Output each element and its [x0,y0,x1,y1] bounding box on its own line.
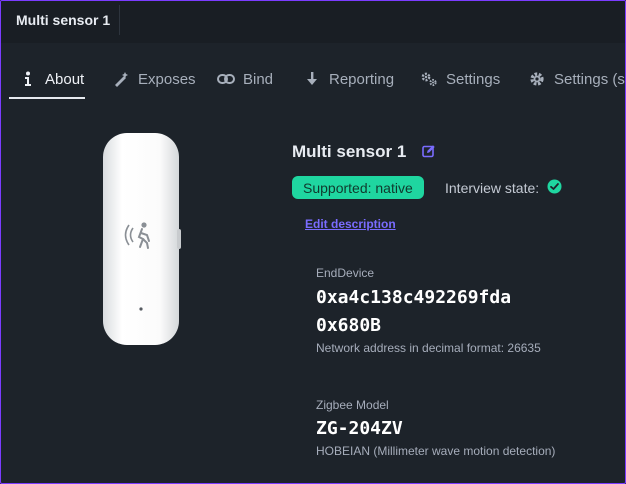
tab-settings[interactable]: Settings [420,59,500,99]
tab-exposes[interactable]: Exposes [112,59,196,99]
tab-settings-specific-label: Settings (sp [554,70,626,88]
tab-bind-label: Bind [243,70,274,88]
title-bar: Multi sensor 1 [1,1,625,43]
cogs-icon [420,70,438,88]
vendor-description: HOBEIAN (Millimeter wave motion detectio… [316,444,556,458]
arrow-down-icon [303,70,321,88]
magic-wand-icon [112,70,130,88]
support-status-badge: Supported: native [292,176,424,199]
title-divider [119,5,120,35]
device-name: Multi sensor 1 [292,142,407,161]
network-address-note: Network address in decimal format: 26635 [316,341,541,355]
tab-bind[interactable]: Bind [217,59,273,99]
ieee-address: 0xa4c138c492269fda [316,287,512,308]
tab-about-label: About [45,70,85,88]
check-circle-icon [547,179,562,194]
info-icon [19,70,37,88]
network-address: 0x680B [316,315,382,336]
tab-bar: About Exposes Bind Reporting Settings Se… [1,59,625,101]
edit-icon[interactable] [422,144,436,158]
zigbee-model: ZG-204ZV [316,418,403,439]
link-icon [217,70,235,88]
cog-icon [528,70,546,88]
tab-settings-specific[interactable]: Settings (sp [528,59,626,99]
zigbee-model-label: Zigbee Model [316,398,389,412]
window-title: Multi sensor 1 [16,12,111,28]
tab-settings-label: Settings [446,70,501,88]
tab-reporting[interactable]: Reporting [303,59,394,99]
tab-about[interactable]: About [9,59,85,99]
edit-description-link[interactable]: Edit description [305,217,396,231]
device-type: EndDevice [316,266,375,280]
active-tab-indicator [9,97,85,99]
tab-reporting-label: Reporting [329,70,395,88]
interview-state-label: Interview state: [445,180,540,196]
app-window: Multi sensor 1 About Exposes Bind Report… [0,0,626,484]
tab-exposes-label: Exposes [138,70,196,88]
device-image [97,129,187,349]
